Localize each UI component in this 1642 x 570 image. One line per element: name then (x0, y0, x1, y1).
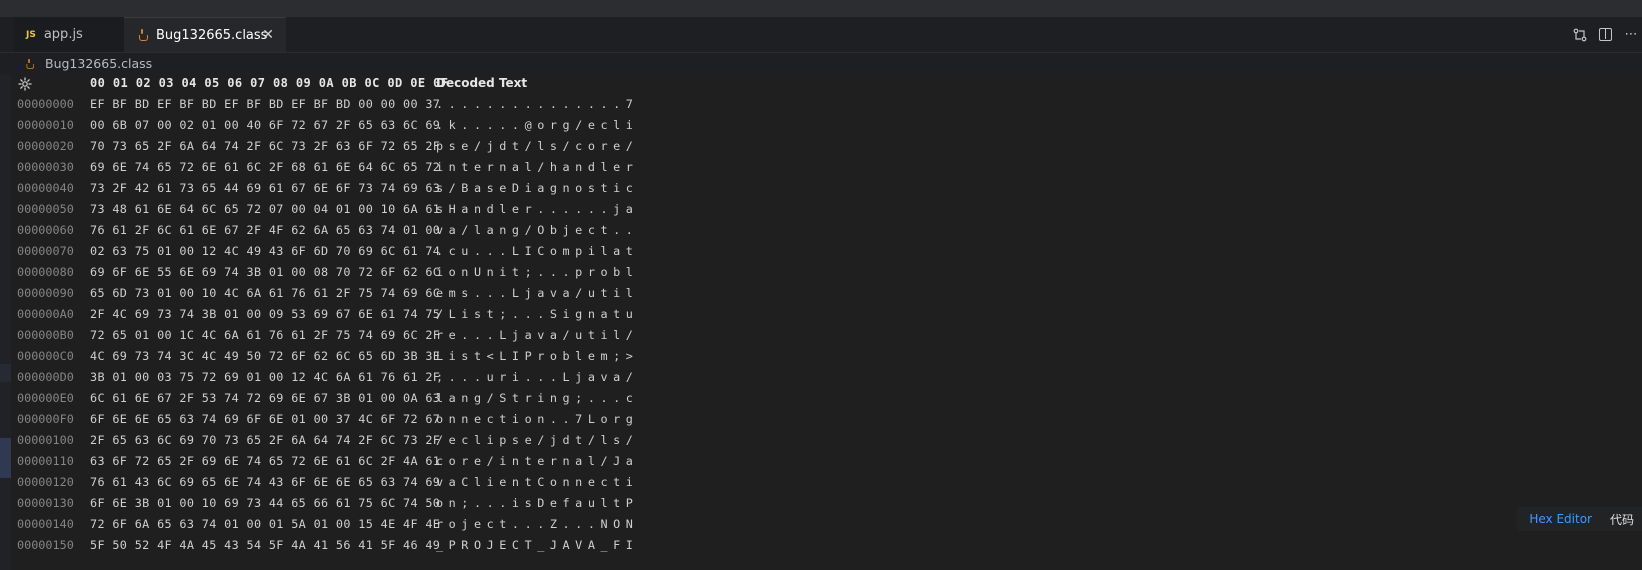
row-address: 00000080 (17, 265, 74, 279)
row-address: 00000040 (17, 181, 74, 195)
row-address: 000000C0 (17, 349, 74, 363)
row-bytes[interactable]: 73 48 61 6E 64 6C 65 72 07 00 04 01 00 1… (90, 199, 440, 220)
row-address: 00000090 (17, 286, 74, 300)
row-bytes[interactable]: 5F 50 52 4F 4A 45 43 54 5F 4A 41 56 41 5… (90, 535, 440, 556)
row-decoded-text[interactable]: va/lang/Object.. (436, 220, 638, 241)
row-address: 00000120 (17, 475, 74, 489)
row-bytes[interactable]: 00 6B 07 00 02 01 00 40 6F 72 67 2F 65 6… (90, 115, 440, 136)
row-bytes[interactable]: 63 6F 72 65 2F 69 6E 74 65 72 6E 61 6C 2… (90, 451, 440, 472)
row-address: 00000140 (17, 517, 74, 531)
compare-changes-icon[interactable] (1573, 28, 1587, 42)
byte-offset-header: 00 01 02 03 04 05 06 07 08 09 0A 0B 0C 0… (90, 76, 449, 90)
code-editor-option[interactable]: 代码 (1604, 511, 1642, 528)
row-decoded-text[interactable]: /List;...Signatu (436, 304, 638, 325)
row-address: 000000B0 (17, 328, 74, 342)
row-bytes[interactable]: 72 65 01 00 1C 4C 6A 61 76 61 2F 75 74 6… (90, 325, 440, 346)
row-address: 00000030 (17, 160, 74, 174)
more-actions-icon[interactable]: ⋯ (1624, 27, 1638, 42)
row-bytes[interactable]: 2F 65 63 6C 69 70 73 65 2F 6A 64 74 2F 6… (90, 430, 440, 451)
row-bytes[interactable]: 76 61 2F 6C 61 6E 67 2F 4F 62 6A 65 63 7… (90, 220, 440, 241)
row-bytes[interactable]: 69 6E 74 65 72 6E 61 6C 2F 68 61 6E 64 6… (90, 157, 440, 178)
row-decoded-text[interactable]: ;...uri...Ljava/ (436, 367, 638, 388)
row-address: 000000F0 (17, 412, 74, 426)
row-decoded-text[interactable]: s/BaseDiagnostic (436, 178, 638, 199)
javascript-file-icon: JS (26, 29, 36, 40)
row-address: 00000020 (17, 139, 74, 153)
row-decoded-text[interactable]: on;...isDefaultP (436, 493, 638, 514)
java-class-file-icon (138, 29, 148, 41)
row-decoded-text[interactable]: vaClientConnecti (436, 472, 638, 493)
row-decoded-text[interactable]: internal/handler (436, 157, 638, 178)
row-address: 000000E0 (17, 391, 74, 405)
row-bytes[interactable]: 02 63 75 01 00 12 4C 49 43 6F 6D 70 69 6… (90, 241, 440, 262)
row-address: 00000010 (17, 118, 74, 132)
row-address: 00000070 (17, 244, 74, 258)
row-bytes[interactable]: 3B 01 00 03 75 72 69 01 00 12 4C 6A 61 7… (90, 367, 440, 388)
row-decoded-text[interactable]: sHandler......ja (436, 199, 638, 220)
editor-picker: Hex Editor 代码 (1517, 507, 1642, 531)
breadcrumb: Bug132665.class (0, 53, 1642, 74)
row-decoded-text[interactable]: ...............7 (436, 94, 638, 115)
breadcrumb-file[interactable]: Bug132665.class (45, 56, 152, 71)
row-address: 00000000 (17, 97, 74, 111)
row-address: 00000130 (17, 496, 74, 510)
row-bytes[interactable]: EF BF BD EF BF BD EF BF BD EF BF BD 00 0… (90, 94, 440, 115)
row-decoded-text[interactable]: /eclipse/jdt/ls/ (436, 430, 638, 451)
row-decoded-text[interactable]: pse/jdt/ls/core/ (436, 136, 638, 157)
row-decoded-text[interactable]: .cu...LICompilat (436, 241, 638, 262)
row-bytes[interactable]: 6F 6E 3B 01 00 10 69 73 44 65 66 61 75 6… (90, 493, 440, 514)
row-address: 00000060 (17, 223, 74, 237)
gutter-marker (0, 364, 11, 382)
row-decoded-text[interactable]: .k.....@org/ecli (436, 115, 638, 136)
hex-editor[interactable]: 00 01 02 03 04 05 06 07 08 09 0A 0B 0C 0… (11, 74, 1642, 570)
decoded-text-header: Decoded Text (436, 76, 528, 90)
java-class-file-icon (26, 58, 35, 69)
row-decoded-text[interactable]: ionUnit;...probl (436, 262, 638, 283)
tab-label: app.js (43, 27, 83, 42)
tab-label: Bug132665.class (156, 27, 268, 43)
row-address: 00000050 (17, 202, 74, 216)
row-bytes[interactable]: 76 61 43 6C 69 65 6E 74 43 6F 6E 6E 65 6… (90, 472, 440, 493)
split-editor-icon[interactable] (1599, 28, 1612, 41)
close-icon[interactable]: ✕ (262, 27, 274, 43)
row-bytes[interactable]: 70 73 65 2F 6A 64 74 2F 6C 73 2F 63 6F 7… (90, 136, 440, 157)
row-decoded-text[interactable]: ems...Ljava/util (436, 283, 638, 304)
window-top-strip (0, 0, 1642, 17)
row-decoded-text[interactable]: List<LIProblem;> (436, 346, 638, 367)
row-bytes[interactable]: 6F 6E 6E 65 63 74 69 6F 6E 01 00 37 4C 6… (90, 409, 440, 430)
row-decoded-text[interactable]: lang/String;...c (436, 388, 638, 409)
editor-tab-bar: JS app.js Bug132665.class ✕ (0, 17, 1642, 53)
row-bytes[interactable]: 69 6F 6E 55 6E 69 74 3B 01 00 08 70 72 6… (90, 262, 440, 283)
row-bytes[interactable]: 6C 61 6E 67 2F 53 74 72 69 6E 67 3B 01 0… (90, 388, 440, 409)
row-decoded-text[interactable]: roject...Z...NON (436, 514, 638, 535)
tab-bug132665-class[interactable]: Bug132665.class ✕ (124, 17, 286, 52)
row-bytes[interactable]: 73 2F 42 61 73 65 44 69 61 67 6E 6F 73 7… (90, 178, 440, 199)
gutter-marker-selected (0, 438, 11, 478)
row-address: 00000100 (17, 433, 74, 447)
row-address: 00000150 (17, 538, 74, 552)
tab-app-js[interactable]: JS app.js (14, 17, 124, 52)
row-bytes[interactable]: 65 6D 73 01 00 10 4C 6A 61 76 61 2F 75 7… (90, 283, 440, 304)
row-bytes[interactable]: 2F 4C 69 73 74 3B 01 00 09 53 69 67 6E 6… (90, 304, 440, 325)
row-bytes[interactable]: 4C 69 73 74 3C 4C 49 50 72 6F 62 6C 65 6… (90, 346, 440, 367)
hex-header: 00 01 02 03 04 05 06 07 08 09 0A 0B 0C 0… (11, 74, 1642, 94)
editor-actions: ⋯ (1573, 17, 1642, 52)
hex-editor-link[interactable]: Hex Editor (1517, 512, 1604, 526)
row-address: 00000110 (17, 454, 74, 468)
row-decoded-text[interactable]: onnection..7Lorg (436, 409, 638, 430)
gear-icon[interactable] (18, 76, 32, 91)
row-decoded-text[interactable]: _PROJECT_JAVA_FI (436, 535, 638, 556)
row-address: 000000A0 (17, 307, 74, 321)
row-bytes[interactable]: 72 6F 6A 65 63 74 01 00 01 5A 01 00 15 4… (90, 514, 440, 535)
row-decoded-text[interactable]: re...Ljava/util/ (436, 325, 638, 346)
editor-gutter (0, 74, 11, 570)
row-address: 000000D0 (17, 370, 74, 384)
row-decoded-text[interactable]: core/internal/Ja (436, 451, 638, 472)
